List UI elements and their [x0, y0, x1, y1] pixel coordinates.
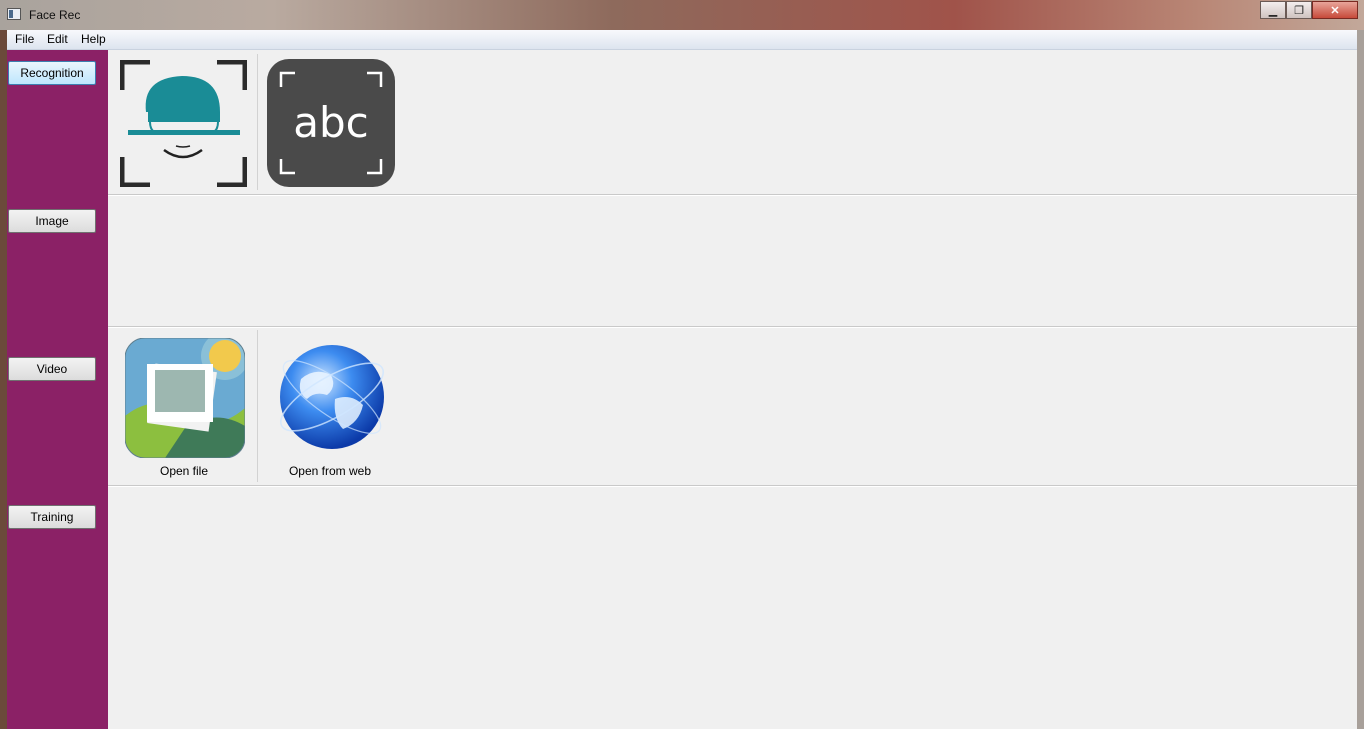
menu-file[interactable]: File: [15, 32, 34, 46]
recognition-button[interactable]: Recognition: [8, 61, 96, 85]
minimize-icon: ▁: [1268, 4, 1278, 17]
window-title: Face Rec: [29, 8, 81, 22]
tile-divider: [257, 330, 258, 482]
training-button[interactable]: Training: [8, 505, 96, 529]
app-icon: [7, 8, 21, 20]
maximize-button[interactable]: ❐: [1286, 1, 1312, 19]
sidebar: Recognition Image Video Training: [7, 50, 108, 729]
menu-help[interactable]: Help: [81, 32, 106, 46]
text-recognition-tile[interactable]: abc: [267, 59, 395, 187]
video-button[interactable]: Video: [8, 357, 96, 381]
tile-divider: [257, 54, 258, 190]
menu-edit[interactable]: Edit: [47, 32, 68, 46]
window-border: [1357, 30, 1364, 729]
window-controls: ▁ ❐ ✕: [1260, 1, 1358, 19]
row-divider: [108, 326, 1357, 327]
open-file-tile[interactable]: [124, 337, 246, 459]
menu-bar: File Edit Help: [7, 30, 1357, 50]
text-recognition-icon: abc: [267, 59, 395, 187]
open-from-web-tile[interactable]: [271, 339, 393, 457]
image-file-icon: [124, 337, 246, 459]
image-button[interactable]: Image: [8, 209, 96, 233]
text-recognition-label: abc: [293, 98, 369, 147]
face-recognition-icon: [119, 59, 248, 188]
row-divider: [108, 194, 1357, 195]
face-recognition-tile[interactable]: [119, 59, 248, 188]
close-button[interactable]: ✕: [1312, 1, 1358, 19]
title-bar[interactable]: Face Rec ▁ ❐ ✕: [0, 0, 1364, 30]
close-icon: ✕: [1330, 4, 1340, 17]
globe-icon: [280, 345, 384, 449]
row-divider: [108, 485, 1357, 486]
app-window: Face Rec ▁ ❐ ✕ File Edit Help Recognitio…: [0, 0, 1364, 729]
content-area: abc Open file Open from web: [108, 50, 1357, 729]
open-from-web-label[interactable]: Open from web: [255, 464, 405, 478]
maximize-icon: ❐: [1294, 4, 1304, 17]
open-file-label[interactable]: Open file: [109, 464, 259, 478]
minimize-button[interactable]: ▁: [1260, 1, 1286, 19]
